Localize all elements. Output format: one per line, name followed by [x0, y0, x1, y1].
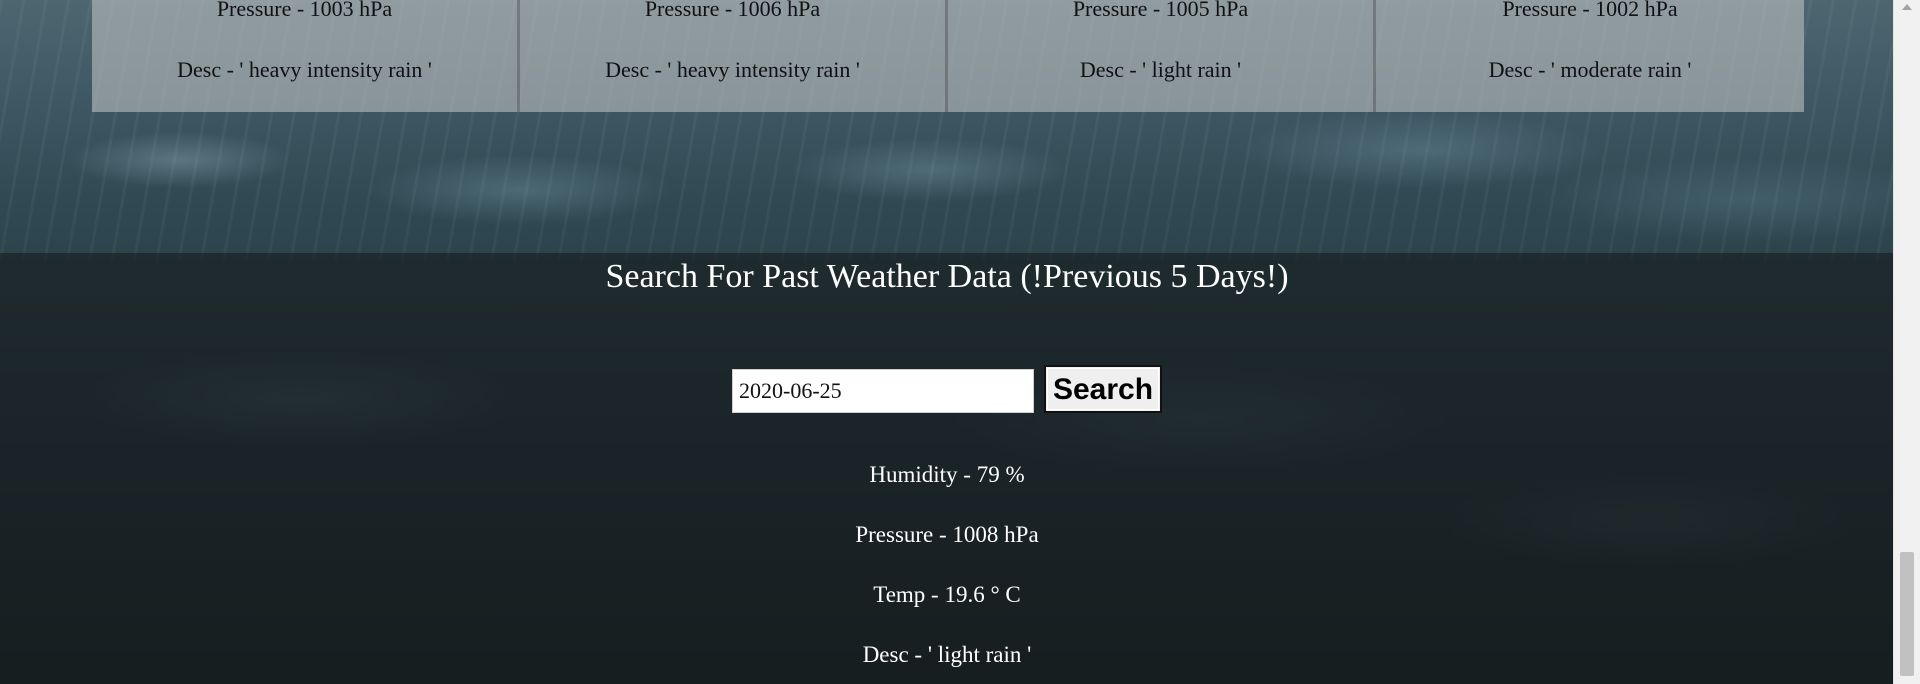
forecast-card: Pressure - 1002 hPa Desc - ' moderate ra…: [1376, 0, 1804, 112]
forecast-cards: Pressure - 1003 hPa Desc - ' heavy inten…: [92, 0, 1804, 112]
search-button[interactable]: Search: [1044, 365, 1162, 413]
forecast-card: Pressure - 1006 hPa Desc - ' heavy inten…: [520, 0, 948, 112]
forecast-pressure: Pressure - 1006 hPa: [644, 0, 821, 21]
forecast-card: Pressure - 1003 hPa Desc - ' heavy inten…: [92, 0, 520, 112]
result-pressure: Pressure - 1008 hPa: [855, 522, 1039, 547]
weather-page: Pressure - 1003 hPa Desc - ' heavy inten…: [0, 0, 1920, 684]
forecast-desc: Desc - ' heavy intensity rain ': [605, 57, 860, 82]
past-weather-search-section: Search For Past Weather Data (!Previous …: [0, 253, 1894, 684]
forecast-pressure: Pressure - 1002 hPa: [1502, 0, 1678, 21]
scrollbar-thumb[interactable]: [1900, 552, 1914, 676]
forecast-pressure: Pressure - 1003 hPa: [216, 0, 393, 21]
date-input[interactable]: [732, 369, 1034, 413]
search-form: Search: [732, 365, 1162, 415]
forecast-desc: Desc - ' light rain ': [1079, 57, 1242, 82]
result-desc: Desc - ' light rain ': [862, 642, 1032, 667]
search-section-title: Search For Past Weather Data (!Previous …: [605, 258, 1289, 295]
scroll-up-arrow-icon[interactable]: [1902, 4, 1912, 10]
forecast-desc: Desc - ' moderate rain ': [1488, 57, 1692, 82]
vertical-scrollbar[interactable]: [1893, 0, 1920, 684]
result-humidity: Humidity - 79 %: [869, 462, 1025, 487]
forecast-desc: Desc - ' heavy intensity rain ': [177, 57, 432, 82]
forecast-pressure: Pressure - 1005 hPa: [1072, 0, 1249, 21]
result-temp: Temp - 19.6 ° C: [873, 582, 1021, 607]
forecast-card: Pressure - 1005 hPa Desc - ' light rain …: [948, 0, 1376, 112]
